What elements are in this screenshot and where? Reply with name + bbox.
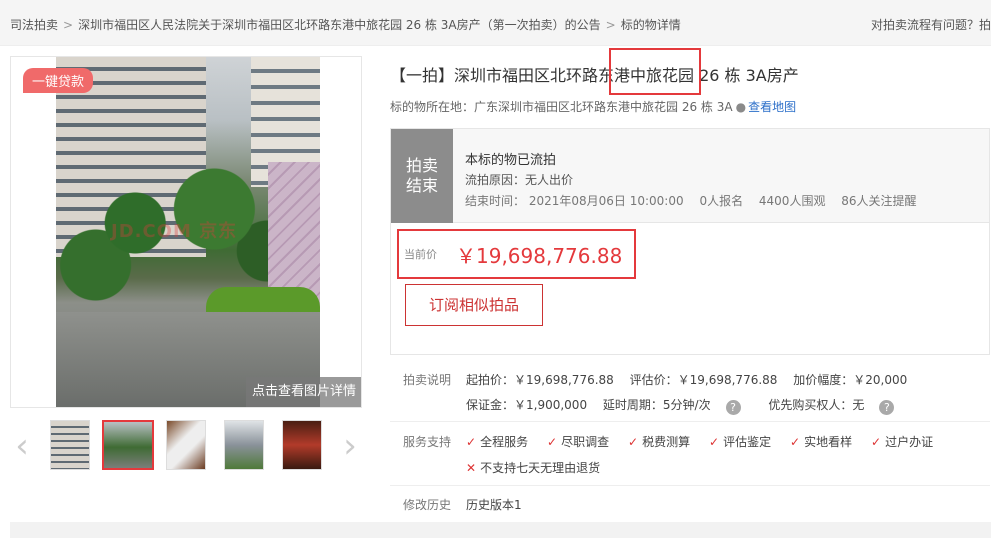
history-label: 修改历史: [403, 498, 452, 512]
view-map-link[interactable]: 查看地图: [748, 100, 796, 114]
status-tag-line2: 结束: [405, 176, 438, 195]
location-label: 标的物所在地：: [390, 100, 475, 114]
help-link[interactable]: 对拍卖流程有问题？拍: [871, 16, 991, 33]
listing-title: 【一拍】深圳市福田区北环路东港中旅花园 26 栋 3A房产: [390, 66, 799, 85]
check-icon: ✓: [709, 435, 720, 449]
location-line: 标的物所在地：广东深圳市福田区北环路东港中旅花园 26 栋 3A ● 查看地图: [390, 98, 796, 115]
check-icon: ✓: [547, 435, 558, 449]
breadcrumb: 司法拍卖 > 深圳市福田区人民法院关于深圳市福田区北环路东港中旅花园 26 栋 3A…: [10, 16, 681, 33]
cross-icon: ✕: [466, 461, 477, 475]
thumbnail-5[interactable]: [282, 420, 322, 470]
thumbnail-3[interactable]: [166, 420, 206, 470]
bid-increment: 加价幅度：￥20,000: [793, 373, 908, 387]
property-photo[interactable]: JD.COM 京东: [56, 57, 320, 407]
service-item: ✓ 评估鉴定: [709, 435, 772, 449]
view-image-details-button[interactable]: 点击查看图片详情: [246, 377, 361, 407]
delay-period: 延时周期：5分钟/次?: [603, 398, 753, 415]
breadcrumb-item-detail: 标的物详情: [620, 18, 681, 32]
service-item: ✓ 过户办证: [871, 435, 934, 449]
watermark: JD.COM 京东: [111, 221, 238, 242]
signup-count: 0人报名: [699, 194, 744, 208]
breadcrumb-separator: >: [63, 18, 74, 32]
help-icon[interactable]: ?: [879, 400, 895, 415]
divider: [390, 421, 990, 422]
breadcrumb-item-announcement[interactable]: 深圳市福田区人民法院关于深圳市福田区北环路东港中旅花园 26 栋 3A房产（第一…: [78, 18, 601, 32]
status-message: 本标的物已流拍: [465, 153, 557, 168]
end-time: 结束时间： 2021年08月06日 10:00:00: [465, 194, 684, 208]
thumbnail-2[interactable]: [102, 420, 154, 470]
service-item: ✓ 尽职调查: [547, 435, 610, 449]
history-version[interactable]: 历史版本1: [466, 496, 522, 513]
status-tag: 拍卖 结束: [391, 129, 453, 223]
chevron-left-icon[interactable]: ‹: [10, 426, 34, 466]
current-price-value: ￥19,698,776.88: [456, 244, 623, 268]
check-icon: ✓: [790, 435, 801, 449]
breadcrumb-item-judicial-auction[interactable]: 司法拍卖: [10, 18, 58, 32]
check-icon: ✓: [871, 435, 882, 449]
status-meta: 结束时间： 2021年08月06日 10:00:00 0人报名 4400人围观 …: [465, 192, 929, 209]
thumbnail-strip: ‹ ›: [10, 418, 362, 474]
current-price-label: 当前价: [404, 248, 437, 261]
no-return-notice: ✕ 不支持七天无理由退货: [466, 461, 601, 475]
auction-status-panel: 拍卖 结束 本标的物已流拍 流拍原因：无人出价 结束时间： 2021年08月06…: [390, 128, 990, 223]
service-item: ✓ 全程服务: [466, 435, 529, 449]
check-icon: ✓: [628, 435, 639, 449]
divider: [390, 485, 990, 486]
status-tag-line1: 拍卖: [405, 156, 438, 175]
service-item: ✓ 实地看样: [790, 435, 853, 449]
loan-badge[interactable]: 一键贷款: [23, 68, 94, 93]
appraisal-price: 评估价：￥19,698,776.88: [629, 373, 778, 387]
service-item: ✓ 税费测算: [628, 435, 691, 449]
subscribe-similar-button[interactable]: 订阅相似拍品: [405, 284, 543, 326]
auction-info-label: 拍卖说明: [403, 373, 452, 387]
thumbnail-4[interactable]: [224, 420, 264, 470]
watcher-count: 86人关注提醒: [841, 194, 917, 208]
priority-buyer: 优先购买权人：无?: [768, 398, 906, 415]
thumbnail-1[interactable]: [50, 420, 90, 470]
location-value: 广东深圳市福田区北环路东港中旅花园 26 栋 3A: [474, 100, 733, 114]
deposit: 保证金：￥1,900,000: [466, 398, 588, 412]
status-reason: 流拍原因：无人出价: [465, 173, 574, 187]
auction-info-line1: 起拍价：￥19,698,776.88 评估价：￥19,698,776.88 加价…: [466, 371, 919, 388]
title-highlight-box: [609, 48, 701, 95]
start-price: 起拍价：￥19,698,776.88: [466, 373, 614, 387]
main-image-viewer[interactable]: JD.COM 京东 一键贷款 点击查看图片详情: [10, 56, 362, 408]
auction-info-line2: 保证金：￥1,900,000 延时周期：5分钟/次? 优先购买权人：无?: [466, 396, 918, 415]
breadcrumb-separator: >: [605, 18, 616, 32]
help-icon[interactable]: ?: [725, 400, 741, 415]
bottom-strip: [10, 522, 991, 538]
top-bar: 司法拍卖 > 深圳市福田区人民法院关于深圳市福田区北环路东港中旅花园 26 栋 3A…: [0, 0, 991, 46]
chevron-right-icon[interactable]: ›: [338, 426, 362, 466]
check-icon: ✓: [466, 435, 477, 449]
view-count: 4400人围观: [758, 194, 826, 208]
map-pin-icon: ●: [735, 100, 747, 114]
services-label: 服务支持: [403, 435, 452, 449]
